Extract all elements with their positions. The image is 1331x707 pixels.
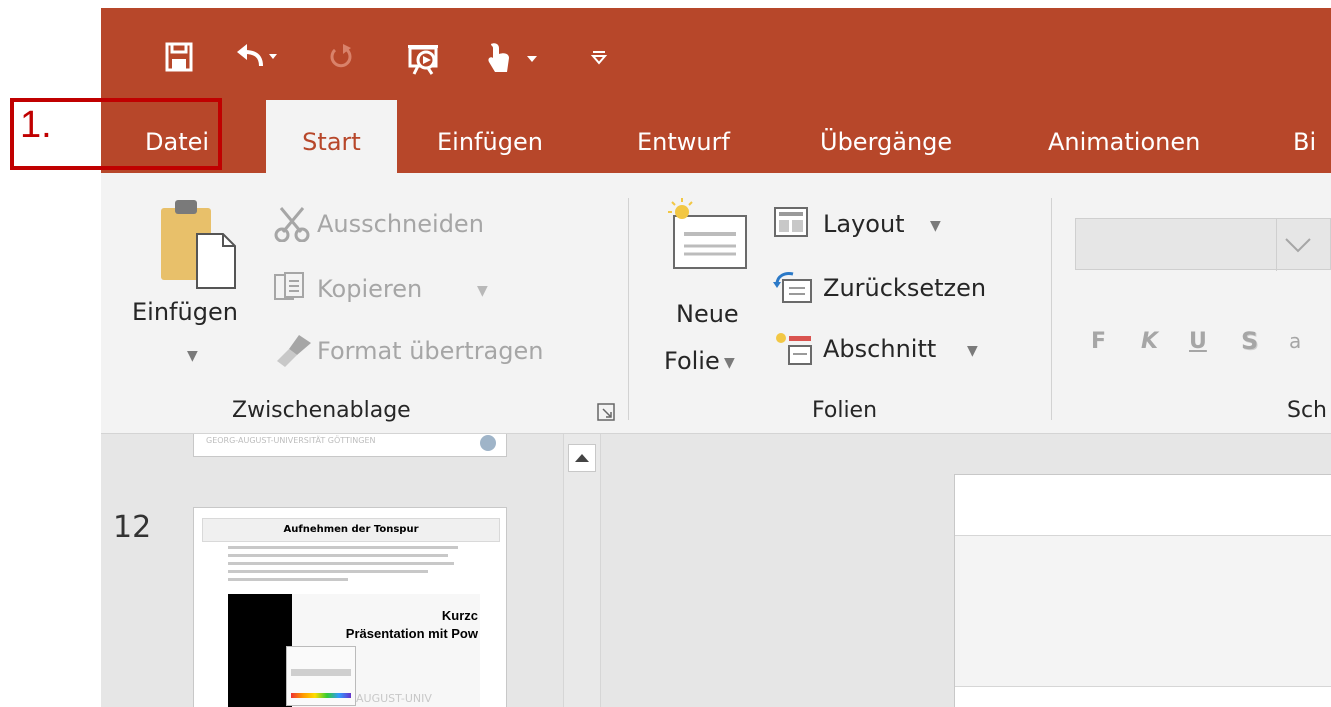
previous-slide-thumbnail[interactable]: GEORG-AUGUST-UNIVERSITÄT GÖTTINGEN [193,434,507,457]
cut-icon [273,206,311,246]
slide-number: 12 [113,510,152,545]
layout-icon[interactable] [773,206,809,242]
thumbnail-overlay-title-1: Kurzc [441,608,478,623]
annotation-step-number: 1. [20,104,52,146]
touch-mode-icon[interactable] [485,42,541,76]
powerpoint-window: Datei Start Einfügen Entwurf Übergänge A… [101,8,1331,707]
tab-uebergaenge[interactable]: Übergänge [820,98,952,173]
dialog-launcher-icon[interactable] [597,403,615,425]
new-slide-icon[interactable] [662,198,752,278]
ribbon-start: Einfügen ▼ Ausschneiden Kopieren ▼ Forma… [101,173,1331,434]
group-separator [1051,198,1052,420]
current-slide-canvas[interactable] [954,474,1331,707]
thumbnail-overlay-title-2: Präsentation mit Pow [345,626,478,641]
group-label-schriftart: Sch [1287,398,1328,423]
thumbnail-context-menu [286,646,356,706]
bold-button: F [1091,329,1107,354]
combobox-divider [1276,219,1277,271]
paste-dropdown-icon[interactable]: ▼ [187,348,198,364]
format-painter-button: Format übertragen [317,337,544,365]
reset-icon[interactable] [773,270,813,308]
menu-highlight [291,669,351,676]
reset-button[interactable]: Zurücksetzen [823,274,986,302]
thumbnail-overlay-footer: AUGUST-UNIV [356,692,432,705]
thumbnail-text-line [228,570,428,573]
italic-button: K [1141,329,1159,354]
title-bar [101,8,1331,98]
section-dropdown-icon[interactable]: ▼ [967,343,978,359]
ribbon-tabs: Datei Start Einfügen Entwurf Übergänge A… [101,98,1331,173]
scroll-up-button[interactable] [568,444,596,472]
university-seal-icon [480,435,496,451]
new-slide-dropdown-icon[interactable]: ▼ [724,355,735,371]
group-separator [628,198,629,420]
tab-einfuegen[interactable]: Einfügen [437,98,543,173]
section-button[interactable]: Abschnitt [823,335,936,363]
copy-dropdown-icon: ▼ [477,283,488,299]
section-icon[interactable] [773,330,813,370]
customize-toolbar-icon[interactable] [589,42,609,76]
paste-button[interactable]: Einfügen [132,298,238,326]
redo-icon [329,42,353,76]
paste-icon[interactable] [157,198,241,294]
color-palette [291,693,351,698]
thumbnail-text-line [228,578,348,581]
tab-start[interactable]: Start [266,100,397,173]
undo-icon[interactable] [235,42,277,76]
save-icon[interactable] [165,42,193,76]
thumbnail-black-region [228,594,292,707]
thumbnail-scrollbar[interactable] [563,434,601,707]
slide-content-divider [955,686,1331,687]
shadow-button: S [1241,327,1259,355]
slide-thumbnail-pane: GEORG-AUGUST-UNIVERSITÄT GÖTTINGEN 12 Au… [101,434,563,707]
layout-button[interactable]: Layout [823,210,905,238]
slide-content-region [955,536,1331,686]
previous-slide-footer: GEORG-AUGUST-UNIVERSITÄT GÖTTINGEN [206,436,376,445]
chevron-down-icon[interactable] [1284,237,1312,253]
thumbnail-text-line [228,562,454,565]
cut-button: Ausschneiden [317,210,484,238]
slide-thumbnail-12[interactable]: Aufnehmen der Tonspur Kurzc Präsentation… [193,507,507,707]
start-slideshow-icon[interactable] [405,42,443,76]
thumbnail-title: Aufnehmen der Tonspur [202,518,500,542]
tab-entwurf[interactable]: Entwurf [637,98,730,173]
thumbnail-text-line [228,546,458,549]
format-painter-icon [273,333,313,373]
tab-animationen[interactable]: Animationen [1048,98,1200,173]
scroll-up-arrow-icon [575,454,589,462]
new-slide-label-line1[interactable]: Neue [676,300,739,328]
group-label-folien: Folien [812,398,878,423]
group-label-zwischenablage: Zwischenablage [232,398,411,423]
font-name-combobox[interactable] [1075,218,1331,271]
strikethrough-button: a [1289,329,1302,353]
thumbnail-text-line [228,554,448,557]
new-slide-label-line2[interactable]: Folie [664,347,720,375]
thumbnail-screenshot-image: Kurzc Präsentation mit Pow AUGUST-UNIV [228,594,480,707]
copy-button: Kopieren [317,275,423,303]
copy-icon [273,271,307,307]
underline-button: U [1189,329,1207,354]
slide-editor-area [612,434,1331,707]
layout-dropdown-icon[interactable]: ▼ [930,218,941,234]
tab-bildschirmpraesentation[interactable]: Bi [1293,98,1316,173]
